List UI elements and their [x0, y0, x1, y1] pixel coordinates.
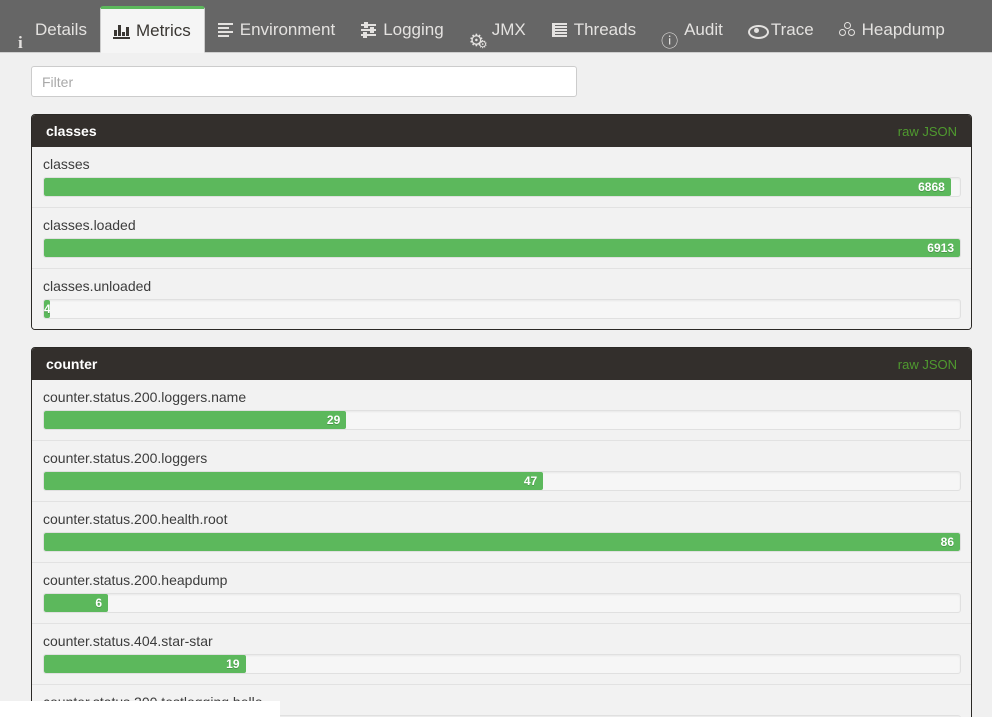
metric-name: counter.status.404.star-star: [43, 633, 213, 649]
metric-progress-bar: 45: [44, 300, 51, 318]
tab-jmx[interactable]: JMX: [457, 7, 539, 68]
metric-name: counter.status.200.heapdump: [43, 572, 228, 588]
user-circle-icon: [661, 19, 679, 64]
tab-metrics[interactable]: Metrics: [99, 6, 205, 53]
metric-name: counter.status.200.health.root: [43, 511, 228, 527]
metric-progress-track: 6913: [43, 238, 961, 258]
tab-details[interactable]: Details: [0, 7, 100, 65]
tab-label: Trace: [770, 20, 814, 39]
metric-row: counter.status.200.loggers 47: [32, 441, 971, 502]
metric-row: counter.status.200.loggers.name 29: [32, 380, 971, 441]
metric-panel: classes raw JSON classes 6868 classes.loaded…: [31, 114, 972, 330]
raw-json-link[interactable]: raw JSON: [898, 357, 957, 372]
metric-row: classes.unloaded 45: [32, 269, 971, 329]
panel-body: classes 6868 classes.loaded 6913 classes.unl…: [32, 147, 971, 329]
metric-progress-bar: 6913: [44, 239, 960, 257]
metric-name: classes: [43, 156, 90, 172]
metric-name: classes.unloaded: [43, 278, 152, 294]
info-icon: [12, 20, 30, 65]
tab-label: Heapdump: [861, 20, 945, 39]
metric-progress-bar: 47: [44, 472, 544, 490]
eye-icon: [747, 22, 769, 39]
metric-panels: classes raw JSON classes 6868 classes.loaded…: [0, 114, 992, 717]
filter-input[interactable]: [31, 66, 577, 97]
metric-progress-track: 6868: [43, 177, 961, 197]
tab-environment[interactable]: Environment: [205, 7, 348, 52]
metric-progress-track: 86: [43, 532, 961, 552]
tab-label: Environment: [239, 20, 336, 39]
filter-area: [0, 54, 992, 97]
metric-row: classes 6868: [32, 147, 971, 208]
cubes-icon: [838, 21, 857, 38]
threads-icon: [551, 22, 569, 38]
panel-title: classes: [46, 123, 97, 139]
tab-label: Audit: [684, 20, 723, 39]
tab-audit[interactable]: Audit: [649, 7, 736, 64]
tab-label: Threads: [573, 20, 637, 39]
metric-name: counter.status.200.loggers: [43, 450, 208, 466]
metric-progress-track: 6: [43, 593, 961, 613]
metric-progress-track: 29: [43, 410, 961, 430]
metric-progress-bar: 86: [44, 533, 960, 551]
tab-label: Metrics: [135, 21, 191, 40]
metric-row: counter.status.404.star-star 19: [32, 624, 971, 685]
metric-row: counter.status.200.heapdump 6: [32, 563, 971, 624]
bar-chart-icon: [112, 23, 131, 39]
tab-trace[interactable]: Trace: [736, 7, 827, 52]
metric-panel: counter raw JSON counter.status.200.logger…: [31, 347, 972, 717]
tab-label: Details: [35, 20, 87, 39]
tab-logging[interactable]: Logging: [348, 7, 457, 52]
metric-progress-track: 45: [43, 299, 961, 319]
metric-row: counter.status.200.health.root 86: [32, 502, 971, 563]
metric-progress-track: 47: [43, 471, 961, 491]
panel-header: classes raw JSON: [32, 115, 971, 147]
viewport-bottom-artifact: [0, 701, 280, 717]
main-tabbar: Details Metrics Environment Logging JMX …: [0, 0, 992, 68]
tab-label: Logging: [383, 20, 444, 39]
metric-progress-bar: 19: [44, 655, 246, 673]
panel-header: counter raw JSON: [32, 348, 971, 380]
tab-heapdump[interactable]: Heapdump: [827, 7, 958, 52]
gears-icon: [469, 18, 488, 68]
metric-progress-track: 19: [43, 654, 961, 674]
list-lines-icon: [217, 22, 235, 38]
panel-body: counter.status.200.loggers.name 29 counter…: [32, 380, 971, 717]
metric-progress-bar: 29: [44, 411, 347, 429]
metric-name: classes.loaded: [43, 217, 136, 233]
metric-progress-bar: 6868: [44, 178, 951, 196]
metric-row: classes.loaded 6913: [32, 208, 971, 269]
metrics-content: classes raw JSON classes 6868 classes.loaded…: [0, 54, 992, 717]
metric-name: counter.status.200.loggers.name: [43, 389, 247, 405]
sliders-icon: [360, 21, 378, 38]
tab-label: JMX: [491, 20, 526, 39]
metric-progress-bar: 6: [44, 594, 109, 612]
panel-title: counter: [46, 356, 98, 372]
raw-json-link[interactable]: raw JSON: [898, 124, 957, 139]
tab-threads[interactable]: Threads: [539, 7, 649, 52]
